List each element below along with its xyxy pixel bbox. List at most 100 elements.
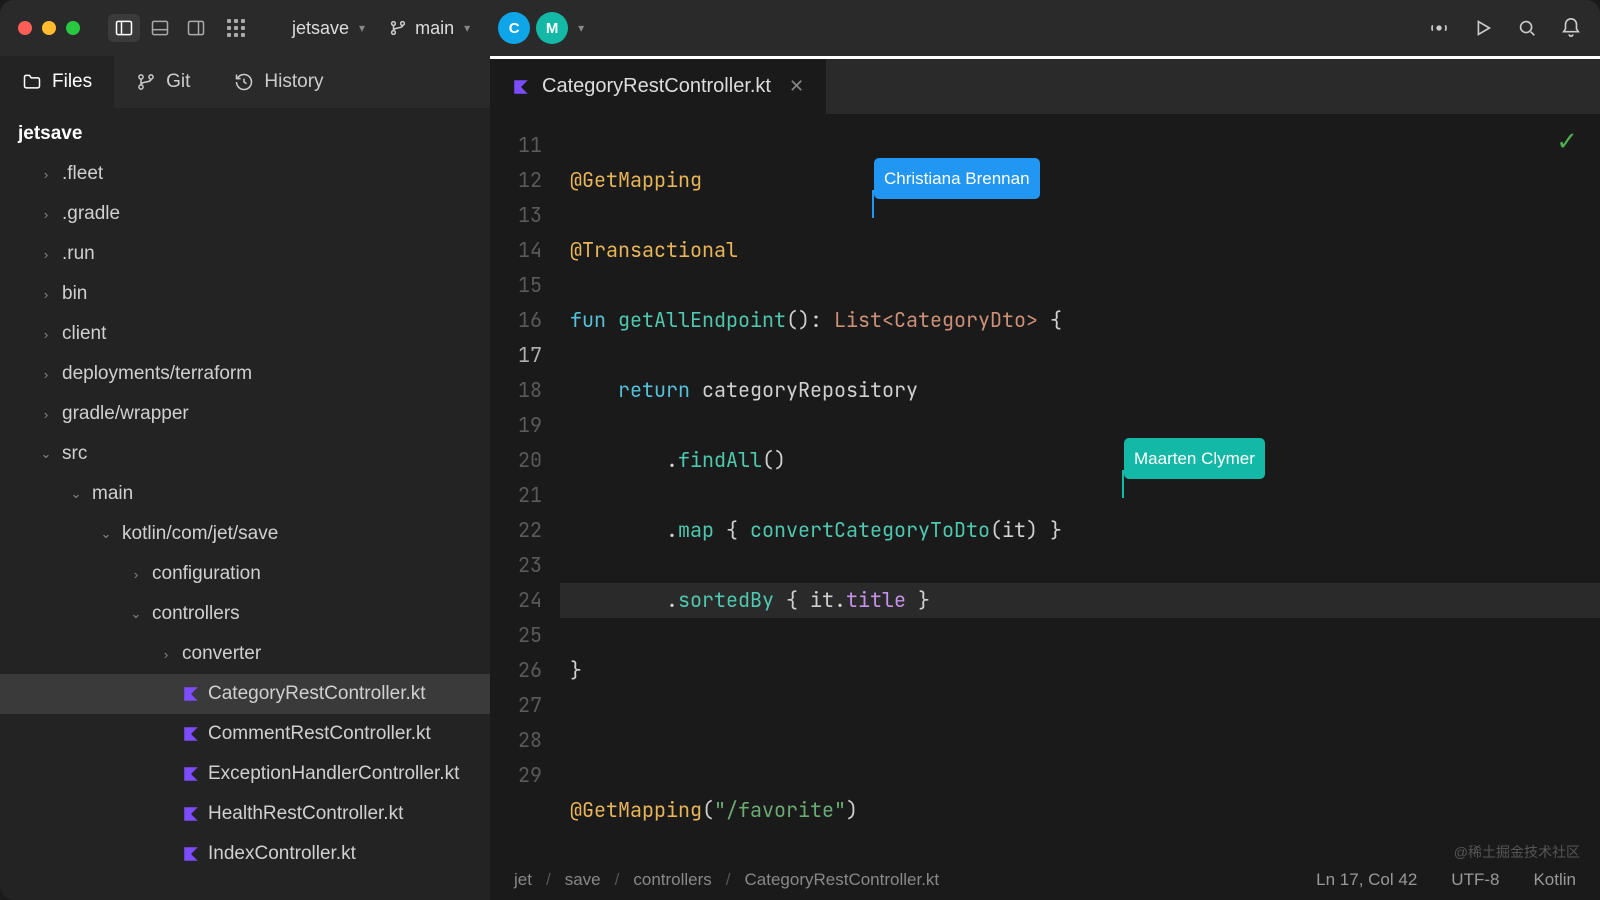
cursor-position[interactable]: Ln 17, Col 42 <box>1316 870 1417 890</box>
tree-item[interactable]: › client <box>0 314 490 354</box>
layout-panel-buttons <box>108 14 248 42</box>
chevron-right-icon: › <box>38 287 54 302</box>
tree-item[interactable]: CommentRestController.kt <box>0 714 490 754</box>
file-tree[interactable]: jetsave ›.fleet›.gradle›.run›bin›client›… <box>0 114 490 874</box>
chevron-down-icon: ⌄ <box>68 486 84 502</box>
tree-root[interactable]: jetsave <box>0 114 490 154</box>
breadcrumb[interactable]: CategoryRestController.kt <box>745 870 940 890</box>
tree-item[interactable]: ›deployments/terraform <box>0 354 490 394</box>
collaborator-avatars: C M ▾ <box>498 12 584 44</box>
collab-label: Christiana Brennan <box>874 158 1040 199</box>
chevron-down-icon: ▾ <box>464 21 470 35</box>
tree-item[interactable]: CategoryRestController.kt <box>0 674 490 714</box>
kotlin-file-icon <box>182 805 200 823</box>
language[interactable]: Kotlin <box>1533 870 1576 890</box>
history-icon <box>234 72 254 92</box>
chevron-down-icon: ▾ <box>359 21 365 35</box>
minimize-window-icon[interactable] <box>42 21 56 35</box>
bell-icon[interactable] <box>1560 17 1582 39</box>
chevron-down-icon: ⌄ <box>98 526 114 542</box>
tree-item-label: bin <box>62 283 87 305</box>
tree-item[interactable]: ⌄ src <box>0 434 490 474</box>
chevron-right-icon: › <box>38 367 54 382</box>
branch-icon <box>136 72 156 92</box>
statusbar: jet/ save/ controllers/ CategoryRestCont… <box>490 860 1600 900</box>
avatar[interactable]: M <box>536 12 568 44</box>
tree-item-label: configuration <box>152 563 261 585</box>
chevron-right-icon: › <box>38 327 54 342</box>
editor-tab[interactable]: CategoryRestController.kt ✕ <box>490 59 826 114</box>
window-controls <box>18 21 80 35</box>
tree-item[interactable]: ⌄ main <box>0 474 490 514</box>
tree-item[interactable]: › .fleet <box>0 154 490 194</box>
editor-tabs: CategoryRestController.kt ✕ <box>490 56 1600 114</box>
tree-item[interactable]: HealthRestController.kt <box>0 794 490 834</box>
checkmark-icon: ✓ <box>1556 126 1578 157</box>
watermark: @稀土掘金技术社区 <box>1454 842 1580 862</box>
chevron-right-icon: › <box>38 167 54 182</box>
right-panel-toggle[interactable] <box>180 14 212 42</box>
tree-item-label: ExceptionHandlerController.kt <box>208 763 459 785</box>
tree-item-label: src <box>62 443 87 465</box>
chevron-right-icon: › <box>128 567 144 582</box>
code-area[interactable]: @GetMapping @Transactional fun getAllEnd… <box>560 114 1600 860</box>
editor: CategoryRestController.kt ✕ 111213141516… <box>490 56 1600 900</box>
sidebar-tab-files[interactable]: Files <box>0 56 114 108</box>
chevron-down-icon: ⌄ <box>128 606 144 622</box>
search-icon[interactable] <box>1516 17 1538 39</box>
tree-item[interactable]: ExceptionHandlerController.kt <box>0 754 490 794</box>
bottom-panel-toggle[interactable] <box>144 14 176 42</box>
tree-item[interactable]: › converter <box>0 634 490 674</box>
tree-item[interactable]: › .gradle <box>0 194 490 234</box>
project-selector[interactable]: jetsave▾ <box>284 14 373 43</box>
left-panel-toggle[interactable] <box>108 14 140 42</box>
avatar[interactable]: C <box>498 12 530 44</box>
encoding[interactable]: UTF-8 <box>1451 870 1499 890</box>
kotlin-file-icon <box>512 78 530 96</box>
maximize-window-icon[interactable] <box>66 21 80 35</box>
chevron-down-icon: ⌄ <box>38 446 54 462</box>
tree-item-label: .run <box>62 243 95 265</box>
tree-item-label: .fleet <box>62 163 103 185</box>
tree-item-label: main <box>92 483 133 505</box>
tree-item[interactable]: › .run <box>0 234 490 274</box>
branch-selector[interactable]: main▾ <box>381 14 478 43</box>
chevron-right-icon: › <box>38 207 54 222</box>
tree-item-label: gradle/wrapper <box>62 403 189 425</box>
sidebar-tab-git[interactable]: Git <box>114 56 212 108</box>
line-gutter: 11121314151617181920212223242526272829 <box>490 114 560 860</box>
breadcrumb[interactable]: save <box>565 870 601 890</box>
collab-label: Maarten Clymer <box>1124 438 1265 479</box>
sidebar-tab-history[interactable]: History <box>212 56 345 108</box>
tree-item-label: HealthRestController.kt <box>208 803 403 825</box>
tree-item[interactable]: ⌄ controllers <box>0 594 490 634</box>
apps-grid-icon[interactable] <box>216 14 248 42</box>
close-icon[interactable]: ✕ <box>789 76 804 97</box>
sidebar-tabs: Files Git History <box>0 56 490 108</box>
chevron-right-icon: › <box>158 647 174 662</box>
chevron-right-icon: › <box>38 407 54 422</box>
run-icon[interactable] <box>1472 17 1494 39</box>
chevron-down-icon[interactable]: ▾ <box>578 21 584 35</box>
tree-item-label: converter <box>182 643 261 665</box>
tree-item[interactable]: › bin <box>0 274 490 314</box>
kotlin-file-icon <box>182 725 200 743</box>
tree-item[interactable]: › configuration <box>0 554 490 594</box>
sidebar: Files Git History jetsave › .fleet › .gradl… <box>0 56 490 900</box>
close-window-icon[interactable] <box>18 21 32 35</box>
breadcrumb[interactable]: controllers <box>633 870 711 890</box>
breadcrumb[interactable]: jet <box>514 870 532 890</box>
tree-item[interactable]: › gradle/wrapper <box>0 394 490 434</box>
branch-icon <box>389 19 407 37</box>
tree-item[interactable]: IndexController.kt <box>0 834 490 874</box>
tree-item-label: .gradle <box>62 203 120 225</box>
broadcast-icon[interactable] <box>1428 17 1450 39</box>
tree-item-label: controllers <box>152 603 240 625</box>
tree-item-label: client <box>62 323 106 345</box>
folder-icon <box>22 72 42 92</box>
tree-item-label: IndexController.kt <box>208 843 356 865</box>
tree-item-label: CategoryRestController.kt <box>208 683 426 705</box>
tree-item[interactable]: ⌄ kotlin/com/jet/save <box>0 514 490 554</box>
chevron-right-icon: › <box>38 247 54 262</box>
tree-item-label: kotlin/com/jet/save <box>122 523 278 545</box>
